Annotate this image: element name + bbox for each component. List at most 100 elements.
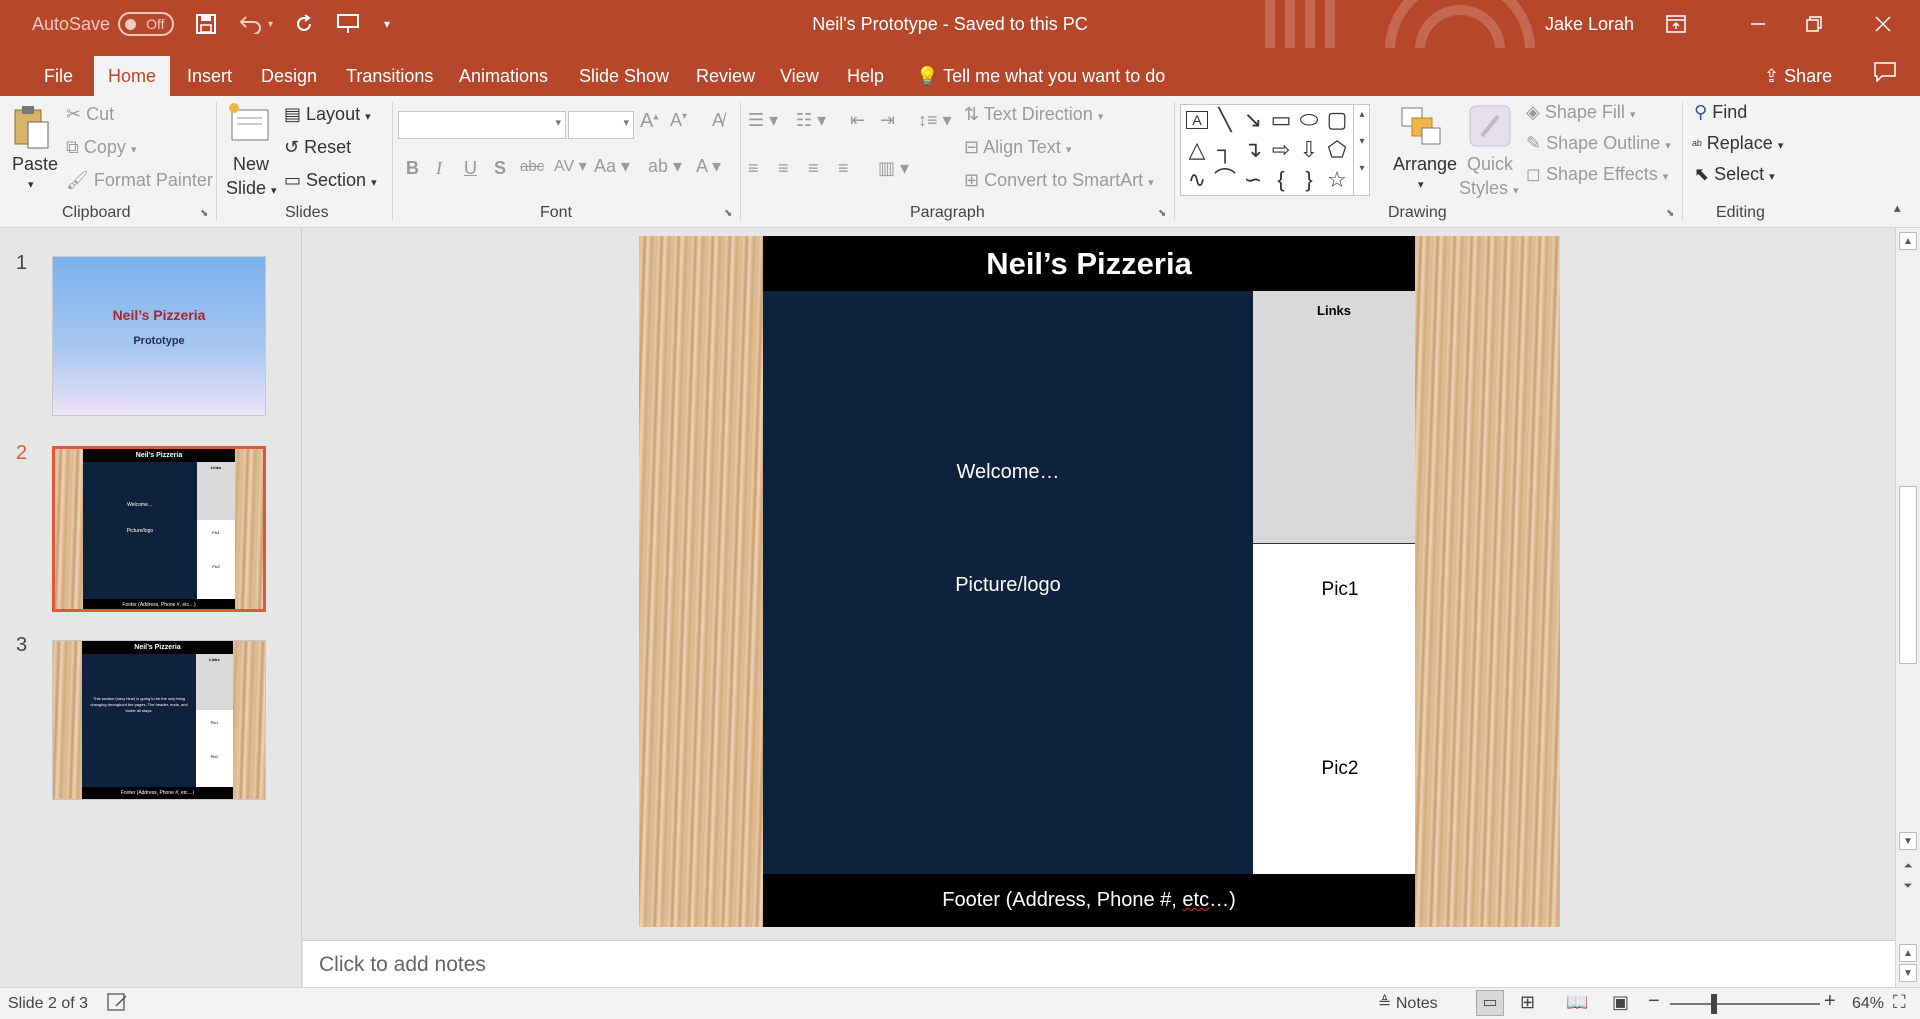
right-arrow-shape-icon[interactable]: ⇨ (1267, 137, 1295, 163)
tell-me-box[interactable]: 💡 Tell me what you want to do (902, 56, 1179, 96)
curve-shape-icon[interactable]: ∿ (1183, 167, 1211, 193)
section-button[interactable]: ▭ Section ▾ (284, 170, 377, 191)
normal-view-icon[interactable]: ▭ (1476, 990, 1504, 1016)
slide-main-section[interactable]: Welcome… Picture/logo (763, 291, 1253, 874)
font-launcher-icon[interactable]: ⬊ (724, 208, 732, 219)
vertical-scrollbar[interactable]: ▲ ▼ ⏶ ⏷ ▲ ▼ (1895, 228, 1920, 987)
tab-home[interactable]: Home (94, 56, 171, 96)
find-button[interactable]: ⚲ Find (1694, 102, 1747, 123)
quick-styles-button[interactable] (1468, 104, 1512, 153)
collapse-ribbon-icon[interactable]: ▴ (1894, 200, 1901, 216)
increase-indent-icon[interactable]: ⇥ (880, 110, 895, 131)
new-slide-label-2[interactable]: Slide ▾ (226, 178, 277, 199)
shapes-scroll[interactable]: ▴ ▾ ▾ (1353, 105, 1370, 195)
slide-thumbnail-1[interactable]: Neil’s Pizzeria Prototype (52, 256, 266, 416)
decrease-indent-icon[interactable]: ⇤ (850, 110, 865, 131)
rectangle-shape-icon[interactable]: ▭ (1267, 107, 1295, 133)
bold-icon[interactable]: B (406, 158, 419, 179)
ribbon-display-icon[interactable] (1666, 0, 1686, 48)
character-spacing-icon[interactable]: AV ▾ (554, 156, 587, 176)
slide-header[interactable]: Neil’s Pizzeria (763, 236, 1415, 291)
notes-scroll-down-icon[interactable]: ▼ (1899, 964, 1917, 982)
numbering-icon[interactable]: ☷ ▾ (796, 110, 826, 131)
notes-scroll-up-icon[interactable]: ▲ (1899, 944, 1917, 962)
new-slide-button[interactable] (228, 102, 272, 149)
close-icon[interactable] (1874, 0, 1892, 48)
paste-label[interactable]: Paste (12, 154, 58, 175)
comments-icon[interactable] (1860, 56, 1910, 96)
zoom-level[interactable]: 64% (1852, 995, 1884, 1013)
font-family-combo[interactable]: ▾ (398, 111, 566, 139)
columns-icon[interactable]: ▥ ▾ (878, 158, 909, 179)
shape-effects-button[interactable]: ◻ Shape Effects ▾ (1526, 164, 1668, 185)
tab-insert[interactable]: Insert (173, 56, 246, 96)
change-case-icon[interactable]: Aa ▾ (594, 156, 630, 177)
current-slide[interactable]: Neil’s Pizzeria Welcome… Picture/logo Li… (639, 236, 1560, 927)
freeform-shape-icon[interactable]: ∽ (1239, 167, 1267, 193)
tab-help[interactable]: Help (833, 56, 898, 96)
pic1-label[interactable]: Pic1 (1253, 579, 1415, 601)
format-painter-button[interactable]: 🖌 Format Painter (66, 170, 213, 191)
notes-pane[interactable]: Click to add notes (303, 940, 1895, 987)
links-section[interactable]: Links (1253, 291, 1415, 544)
elbow-connector-shape-icon[interactable]: ┐ (1211, 137, 1239, 163)
arrow-line-shape-icon[interactable]: ↘ (1239, 107, 1267, 133)
paragraph-launcher-icon[interactable]: ⬊ (1158, 208, 1166, 219)
justify-icon[interactable]: ≡ (838, 158, 849, 179)
notes-toggle-button[interactable]: ≜ Notes (1378, 993, 1438, 1013)
layout-button[interactable]: ▤ Layout ▾ (284, 104, 371, 125)
tab-transitions[interactable]: Transitions (332, 56, 447, 96)
star-shape-icon[interactable]: ☆ (1323, 167, 1351, 193)
minimize-icon[interactable] (1750, 0, 1766, 48)
shapes-gallery[interactable]: A ╲ ↘ ▭ ⬭ ▢ △ ┐ ↴ ⇨ ⇩ ⬠ ∿ ⌒ ∽ { } ☆ ▴ ▾ ▾ (1180, 104, 1370, 196)
slide-thumbnail-2[interactable]: Neil’s Pizzeria Welcome… Picture/logo Li… (52, 446, 266, 612)
quick-styles-label-1[interactable]: Quick (1467, 154, 1513, 175)
share-button[interactable]: ⇪ Share (1750, 56, 1846, 96)
select-button[interactable]: ⬉ Select ▾ (1694, 164, 1775, 185)
quick-styles-label-2[interactable]: Styles ▾ (1459, 178, 1519, 199)
align-text-button[interactable]: ⊟ Align Text ▾ (964, 137, 1071, 158)
rounded-rect-shape-icon[interactable]: ▢ (1323, 107, 1351, 133)
next-slide-icon[interactable]: ⏷ (1899, 880, 1917, 898)
fit-to-window-icon[interactable]: ⛶ (1893, 992, 1906, 1013)
clear-formatting-icon[interactable]: A̸ (712, 110, 724, 131)
underline-icon[interactable]: U (464, 158, 477, 179)
line-shape-icon[interactable]: ╲ (1211, 107, 1239, 133)
zoom-in-icon[interactable]: + (1824, 990, 1836, 1013)
textbox-shape-icon[interactable]: A (1186, 111, 1208, 129)
left-brace-shape-icon[interactable]: { (1267, 167, 1295, 193)
strikethrough-icon[interactable]: abc (520, 158, 544, 175)
slide-thumbnail-3[interactable]: Neil’s Pizzeria This section (navy blue)… (52, 640, 266, 800)
grow-font-icon[interactable]: A▴ (640, 110, 658, 133)
cut-button[interactable]: ✂ Cut (66, 104, 114, 125)
slide-sorter-icon[interactable]: ⊞ (1520, 992, 1535, 1013)
welcome-text[interactable]: Welcome… (763, 461, 1253, 484)
oval-shape-icon[interactable]: ⬭ (1295, 107, 1323, 133)
tab-review[interactable]: Review (682, 56, 769, 96)
shrink-font-icon[interactable]: A▾ (670, 110, 687, 131)
spelling-check-icon[interactable] (106, 992, 128, 1017)
zoom-slider-handle[interactable] (1711, 994, 1717, 1014)
replace-button[interactable]: ᵃᵇ Replace ▾ (1692, 133, 1783, 154)
slide-footer[interactable]: Footer (Address, Phone #, etc…) (763, 874, 1415, 927)
clipboard-launcher-icon[interactable]: ⬊ (200, 208, 208, 219)
right-brace-shape-icon[interactable]: } (1295, 167, 1323, 193)
notes-placeholder[interactable]: Click to add notes (319, 953, 486, 977)
pic2-label[interactable]: Pic2 (1253, 758, 1415, 780)
previous-slide-icon[interactable]: ⏶ (1899, 860, 1917, 878)
shape-fill-button[interactable]: ◈ Shape Fill ▾ (1526, 102, 1635, 123)
elbow-arrow-shape-icon[interactable]: ↴ (1239, 137, 1267, 163)
font-size-combo[interactable]: ▾ (568, 111, 634, 139)
shadow-icon[interactable]: S (494, 158, 506, 179)
line-spacing-icon[interactable]: ↕≡ ▾ (918, 110, 952, 131)
drawing-launcher-icon[interactable]: ⬊ (1666, 208, 1674, 219)
align-left-icon[interactable]: ≡ (748, 158, 759, 179)
triangle-shape-icon[interactable]: △ (1183, 137, 1211, 163)
slide-editing-area[interactable]: Neil’s Pizzeria Welcome… Picture/logo Li… (303, 228, 1895, 940)
slideshow-view-icon[interactable]: ▣ (1612, 992, 1629, 1013)
align-right-icon[interactable]: ≡ (808, 158, 819, 179)
zoom-slider-track[interactable] (1670, 1003, 1820, 1005)
text-direction-button[interactable]: ⇅ Text Direction ▾ (964, 104, 1103, 125)
tab-design[interactable]: Design (247, 56, 331, 96)
restore-icon[interactable] (1806, 0, 1822, 48)
